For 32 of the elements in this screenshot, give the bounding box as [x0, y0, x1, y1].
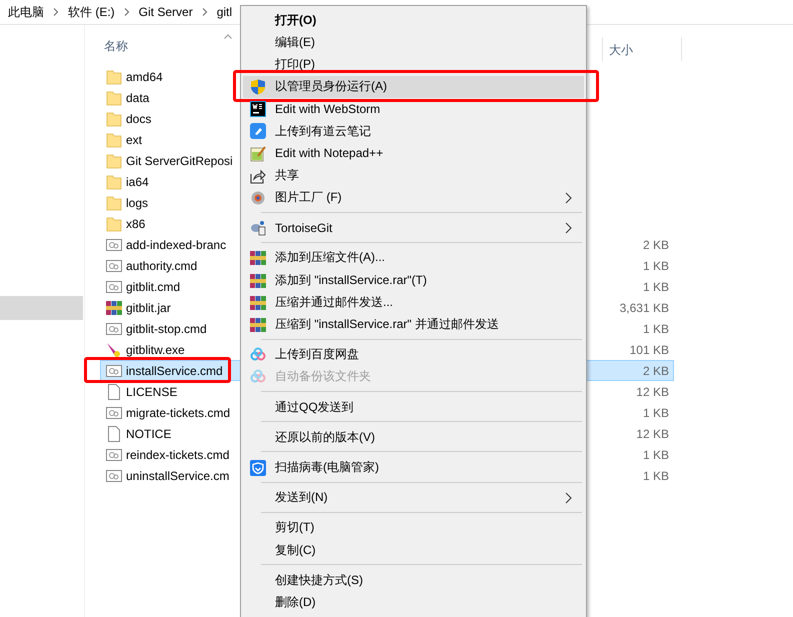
file-name: x86: [126, 216, 146, 230]
file-size: 12 KB: [635, 426, 670, 440]
file-name: ext: [126, 132, 142, 146]
file-name: uninstallService.cm: [126, 468, 230, 482]
file-name: NOTICE: [126, 426, 172, 440]
file-name: add-indexed-branc: [126, 238, 226, 252]
file-name: LICENSE: [126, 384, 178, 398]
file-size: 3,631 KB: [618, 300, 670, 314]
file-size: 2 KB: [642, 238, 670, 252]
file-name: reindex-tickets.cmd: [126, 448, 230, 462]
file-size: 1 KB: [642, 322, 670, 336]
file-name: gitblit.cmd: [126, 280, 180, 294]
file-size: 1 KB: [642, 448, 670, 462]
file-name: amd64: [126, 70, 163, 84]
file-name: authority.cmd: [126, 258, 198, 272]
file-name: Git ServerGitReposi: [126, 154, 233, 168]
file-name: migrate-tickets.cmd: [126, 406, 230, 420]
file-size: 1 KB: [642, 468, 670, 482]
file-name: installService.cmd: [126, 364, 223, 378]
file-name: gitblit-stop.cmd: [126, 322, 207, 336]
file-name: logs: [126, 196, 148, 210]
file-size: 12 KB: [635, 384, 670, 398]
file-name: ia64: [126, 174, 149, 188]
file-name: gitblitw.exe: [126, 342, 185, 356]
file-size: 101 KB: [628, 342, 670, 356]
file-name: gitblit.jar: [126, 300, 171, 314]
file-size: 2 KB: [642, 364, 670, 378]
file-name: data: [126, 90, 150, 104]
file-name: docs: [126, 112, 152, 126]
file-size: 1 KB: [642, 258, 670, 272]
file-size: 1 KB: [642, 280, 670, 294]
file-size: 1 KB: [642, 406, 670, 420]
